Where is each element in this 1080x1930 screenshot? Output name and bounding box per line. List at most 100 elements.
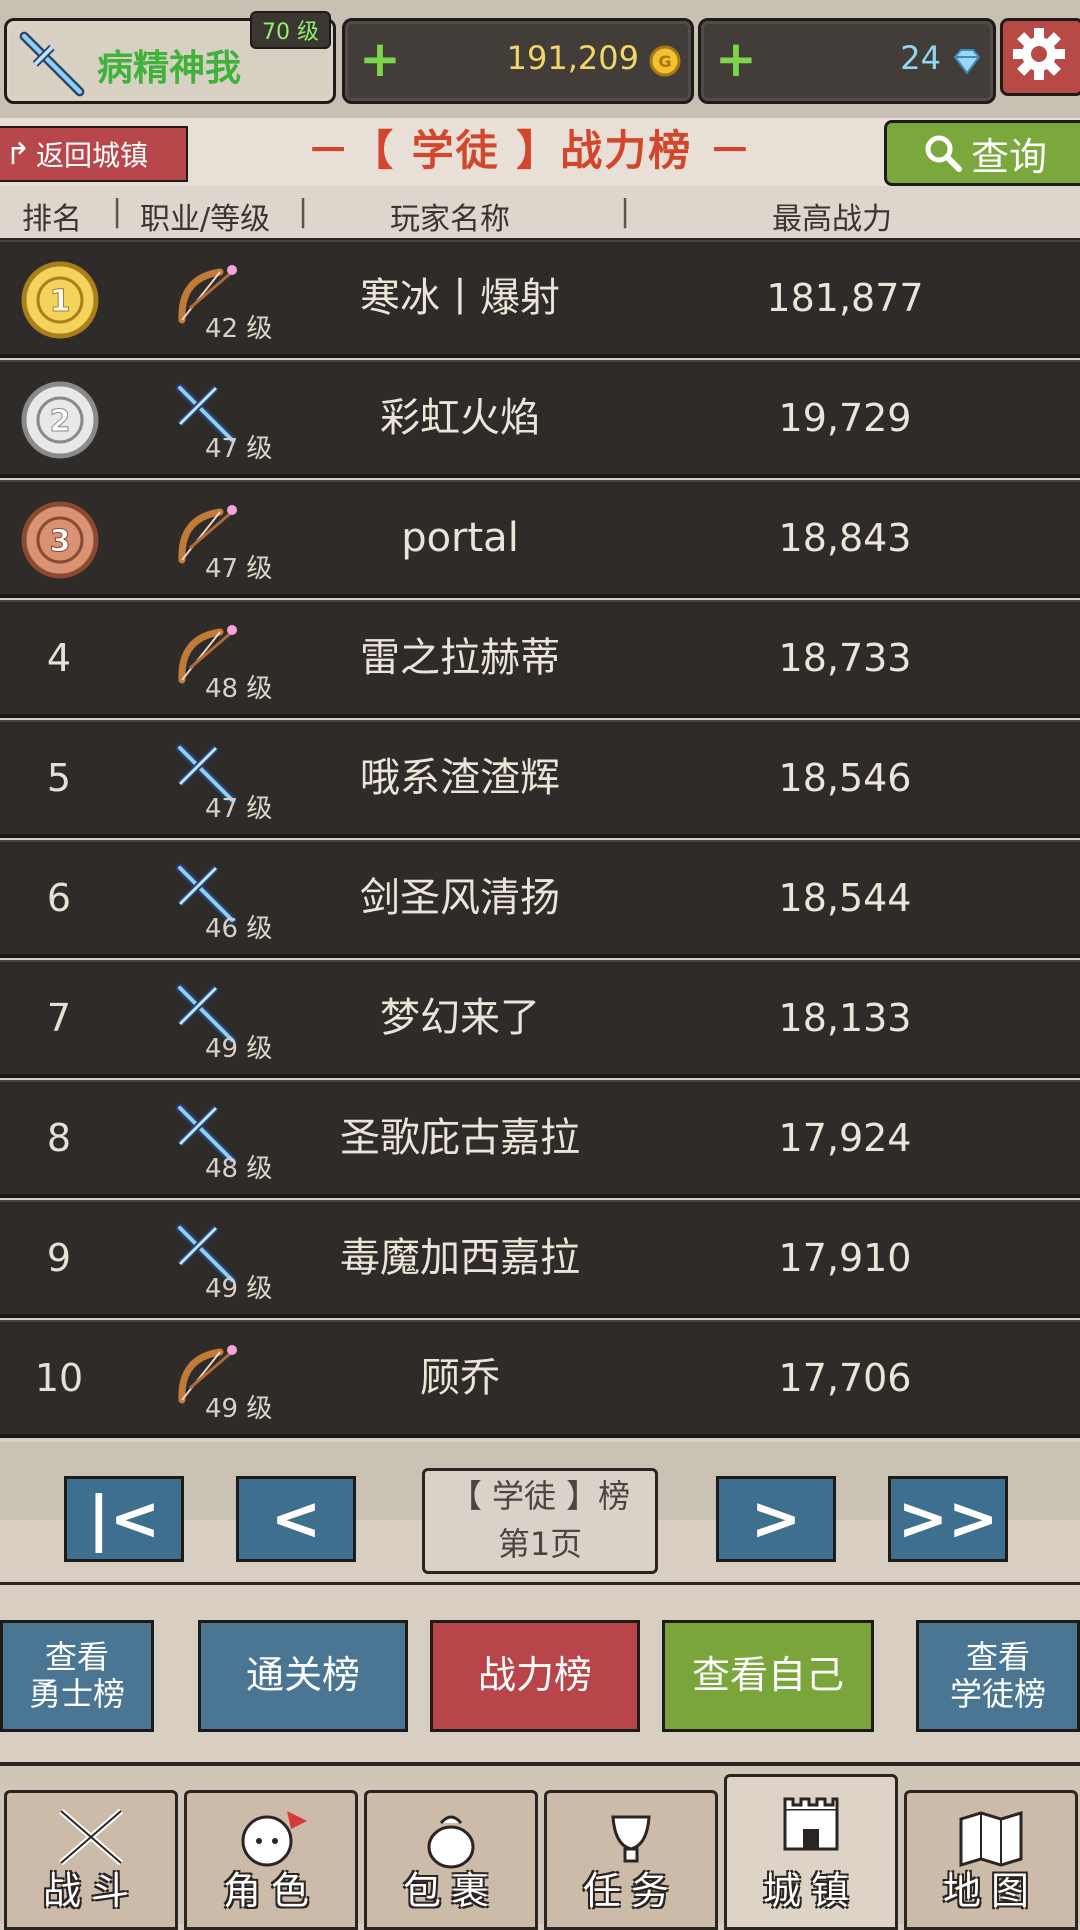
nav-item-map[interactable]: 地图 (904, 1790, 1078, 1930)
max-power: 18,546 (778, 756, 912, 800)
level-suffix: 级 (246, 554, 273, 584)
table-row[interactable]: 1 42 级寒冰丨爆射 181,877 (0, 240, 1080, 358)
query-button[interactable]: 查询 (884, 120, 1080, 186)
rank-number: 10 (34, 1356, 84, 1400)
silver-medal-icon: 2 (21, 381, 99, 459)
rank-number: 9 (46, 1236, 72, 1280)
player-name: 病精神我 (97, 48, 242, 89)
tab-label: 查看自己 (691, 1653, 844, 1698)
back-to-town-button[interactable]: ↱ 返回城镇 (0, 126, 188, 182)
level-suffix: 级 (246, 314, 273, 344)
nav-label: 地图 (942, 1869, 1039, 1913)
clear-board-tab[interactable]: 通关榜 (198, 1620, 408, 1732)
table-row[interactable]: 5 47 级哦系渣渣辉 18,546 (0, 720, 1080, 838)
rank-number: 7 (46, 996, 72, 1040)
back-to-town-label: 返回城镇 (36, 139, 149, 172)
gold-coin-icon: G (649, 45, 681, 77)
tab-line: 查看 (44, 1638, 109, 1677)
nav-item-character-face[interactable]: 角色 (184, 1790, 358, 1930)
player-name[interactable]: portal (300, 482, 620, 594)
castle-icon (783, 1797, 839, 1851)
nav-item-quest-cup[interactable]: 任务 (544, 1790, 718, 1930)
board-name: 【 学徒 】榜 (449, 1477, 631, 1515)
player-name[interactable]: 毒魔加西嘉拉 (300, 1202, 620, 1314)
table-row[interactable]: 7 49 级梦幻来了 18,133 (0, 960, 1080, 1078)
medal-rank: 3 (50, 524, 71, 559)
double-chevron-right-icon: >> (897, 1484, 999, 1554)
chevron-left-icon: < (270, 1484, 322, 1554)
table-row[interactable]: 9 49 级毒魔加西嘉拉 17,910 (0, 1200, 1080, 1318)
last-page-button[interactable]: >> (888, 1476, 1008, 1562)
nav-item-bag[interactable]: 包裹 (364, 1790, 538, 1930)
nav-label: 城镇 (762, 1869, 859, 1913)
first-page-icon: |< (87, 1484, 161, 1554)
max-power: 18,733 (778, 636, 912, 680)
level-suffix: 级 (246, 794, 273, 824)
max-power: 18,544 (778, 876, 912, 920)
player-level: 42 级 (205, 308, 272, 345)
level-suffix: 级 (246, 434, 273, 464)
player-level: 49 级 (205, 1388, 272, 1425)
player-name[interactable]: 圣歌庇古嘉拉 (300, 1082, 620, 1194)
player-level: 49 级 (205, 1268, 272, 1305)
sword-job-icon (19, 31, 85, 97)
add-gem-button[interactable]: + (715, 31, 757, 87)
level-suffix: 级 (246, 1034, 273, 1064)
max-power: 17,924 (778, 1116, 912, 1160)
search-icon (925, 135, 962, 172)
player-name[interactable]: 彩虹火焰 (300, 362, 620, 474)
player-level: 47 级 (205, 548, 272, 585)
add-gold-button[interactable]: + (359, 31, 401, 87)
player-name[interactable]: 剑圣风清扬 (300, 842, 620, 954)
player-name[interactable]: 哦系渣渣辉 (300, 722, 620, 834)
nav-label: 包裹 (402, 1869, 499, 1913)
prev-page-button[interactable]: < (236, 1476, 356, 1562)
player-name[interactable]: 寒冰丨爆射 (300, 242, 620, 354)
header-max-power: 最高战力 (772, 202, 892, 237)
medal-rank: 2 (50, 404, 71, 439)
header-job-level: 职业/等级 (140, 202, 271, 237)
nav-item-crossed-swords[interactable]: 战斗 (4, 1790, 178, 1930)
max-power: 18,133 (778, 996, 912, 1040)
view-apprentice-board-tab[interactable]: 查看 学徒榜 (916, 1620, 1080, 1732)
level-number: 47 (205, 434, 239, 464)
player-name[interactable]: 雷之拉赫蒂 (300, 602, 620, 714)
nav-item-castle[interactable]: 城镇 (724, 1774, 898, 1930)
level-suffix: 级 (246, 1154, 273, 1184)
player-level: 47 级 (205, 428, 272, 465)
settings-button[interactable] (1000, 18, 1080, 96)
table-row[interactable]: 2 47 级彩虹火焰 19,729 (0, 360, 1080, 478)
view-warrior-board-tab[interactable]: 查看 勇士榜 (0, 1620, 154, 1732)
nav-label: 任务 (582, 1869, 679, 1913)
level-number: 42 (205, 314, 239, 344)
player-profile[interactable]: 70 级 病精神我 (4, 11, 336, 104)
page-indicator: 【 学徒 】榜 第1页 (422, 1468, 658, 1574)
level-number: 47 (205, 554, 239, 584)
player-level: 46 级 (205, 908, 272, 945)
gold-amount: 191,209 (506, 39, 639, 77)
header-rank: 排名 (22, 202, 82, 237)
gold-panel: + 191,209 G (342, 18, 694, 104)
level-suffix: 级 (246, 1274, 273, 1304)
nav-label: 角色 (222, 1869, 319, 1913)
level-number: 47 (205, 794, 239, 824)
player-level: 49 级 (205, 1028, 272, 1065)
table-row[interactable]: 4 48 级雷之拉赫蒂 18,733 (0, 600, 1080, 718)
bronze-medal-icon: 3 (21, 501, 99, 579)
player-level: 48 级 (205, 668, 272, 705)
rank-number: 6 (46, 876, 72, 920)
header-separator: | (298, 194, 309, 229)
nav-label: 战斗 (42, 1869, 139, 1913)
power-board-tab[interactable]: 战力榜 (430, 1620, 640, 1732)
table-row[interactable]: 10 49 级顾乔 17,706 (0, 1320, 1080, 1438)
view-self-tab[interactable]: 查看自己 (662, 1620, 874, 1732)
first-page-button[interactable]: |< (64, 1476, 184, 1562)
page-title: －【 学徒 】战力榜 － (307, 126, 753, 175)
table-row[interactable]: 3 47 级 portal 18,843 (0, 480, 1080, 598)
player-name[interactable]: 顾乔 (300, 1322, 620, 1434)
table-row[interactable]: 8 48 级圣歌庇古嘉拉 17,924 (0, 1080, 1080, 1198)
player-name[interactable]: 梦幻来了 (300, 962, 620, 1074)
next-page-button[interactable]: > (716, 1476, 836, 1562)
table-row[interactable]: 6 46 级剑圣风清扬 18,544 (0, 840, 1080, 958)
level-suffix: 级 (246, 674, 273, 704)
